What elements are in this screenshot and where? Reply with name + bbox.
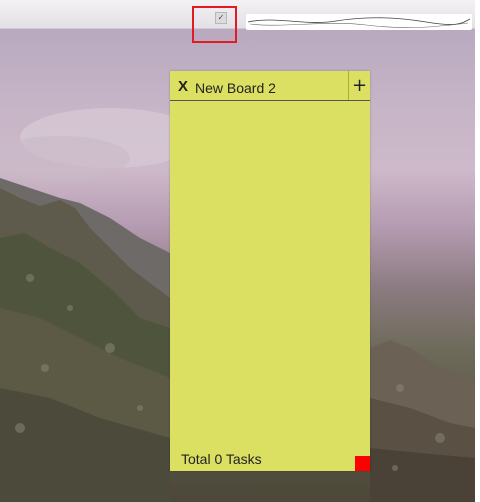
add-task-button[interactable]: + bbox=[348, 71, 370, 100]
window-edge bbox=[475, 0, 480, 502]
redacted-area bbox=[246, 14, 472, 30]
task-board-window: X New Board 2 + Total 0 Tasks bbox=[170, 71, 370, 471]
board-header: X New Board 2 + bbox=[170, 71, 370, 101]
task-count-label: Total 0 Tasks bbox=[181, 451, 262, 467]
tray-icon-highlight bbox=[192, 6, 237, 43]
board-title[interactable]: New Board 2 bbox=[195, 80, 276, 96]
task-list-area[interactable] bbox=[170, 101, 370, 441]
resize-handle[interactable] bbox=[355, 456, 370, 471]
menu-bar: ✓ bbox=[0, 0, 475, 30]
close-board-button[interactable]: X bbox=[178, 78, 188, 95]
